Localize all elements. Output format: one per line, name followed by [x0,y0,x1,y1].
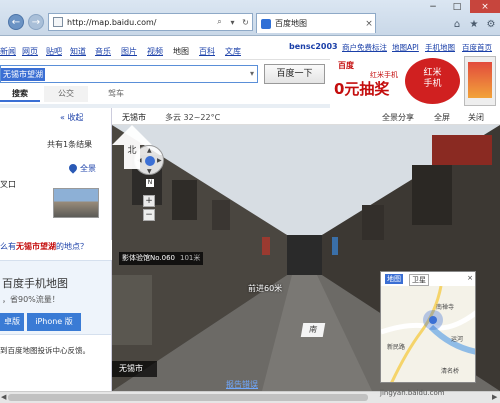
map-label: 运河 [451,336,464,343]
link-mobile-map[interactable]: 手机地图 [425,42,455,53]
back-button[interactable]: ← [8,14,24,30]
tab-bus[interactable]: 公交 [44,86,88,102]
tab-search[interactable]: 搜索 [0,86,40,102]
favorites-icon[interactable]: ★ [467,17,481,31]
chevron-left-icon[interactable]: ◀ [1,393,6,401]
promo-subtitle: ，省90%流量！ [2,295,60,304]
svg-text:北: 北 [127,145,136,156]
ad-banner[interactable]: 百度 红米手机 0元抽奖 红米 手机 [330,56,500,108]
link-map-api[interactable]: 地图API [392,42,419,53]
search-query[interactable]: 无锡市望湖 [1,68,45,81]
search-mode-tabs: 搜索 公交 驾车 [0,86,258,102]
mini-map-tabs: 地图 卫星 × [381,272,475,286]
move-north-arrow[interactable]: 北 [112,125,152,169]
nav-link-map[interactable]: 地图 [173,46,189,57]
maximize-button[interactable]: □ [446,0,468,13]
location-pin-icon [67,162,79,174]
page-icon [53,17,63,27]
android-download-button[interactable]: 卓版 [0,313,24,331]
watermark: jingyan.baidu.com [380,389,445,397]
nav-link-images[interactable]: 图片 [121,46,137,57]
ad-headline: 0元抽奖 [334,80,390,98]
nav-link-news[interactable]: 新闻 [0,46,16,57]
street-view-panorama[interactable]: ▲ ▼ ◀ ▶ N + − 影体验馆No.060101米 前进60米 南 北 无… [112,125,500,391]
panorama-link[interactable]: 全景 [80,163,96,174]
mobile-map-promo: 百度手机地图 ，省90%流量！ 卓版 iPhone 版 [0,260,111,335]
zoom-in-button[interactable]: + [143,195,155,207]
mini-map-roads [381,285,475,382]
scrollbar-thumb[interactable] [8,394,368,401]
weather-info: 多云 32~22°C [165,113,221,122]
user-name-link[interactable]: bensc2003 [289,42,338,51]
chevron-right-icon[interactable]: ▶ [157,157,162,164]
search-button[interactable]: 百度一下 [264,64,325,84]
close-window-button[interactable]: × [470,0,500,13]
nav-link-tieba[interactable]: 贴吧 [46,46,62,57]
link-baidu-home[interactable]: 百度首页 [462,42,492,53]
question-link[interactable]: 么有无锡市望湖的地点？ [0,241,88,252]
iphone-download-button[interactable]: iPhone 版 [27,313,81,331]
share-panorama-button[interactable]: 全景分享 [382,112,414,123]
search-icon[interactable]: ⌕ [213,17,226,27]
poi-label[interactable]: 影体验馆No.060 101米 [119,252,204,265]
chevron-down-icon[interactable]: ▼ [147,168,152,175]
chevron-down-icon[interactable]: ▾ [226,18,239,27]
fullscreen-button[interactable]: 全屏 [434,112,450,123]
forward-button[interactable]: → [28,14,44,30]
map-label: 清名桥 [441,368,460,375]
refresh-icon[interactable]: ↻ [239,18,252,27]
mini-map[interactable]: 地图 卫星 × 南禅寺 新民路 运河 清名桥 [380,271,476,383]
collapse-panel-link[interactable]: « 收起 [60,112,83,123]
chevron-down-icon[interactable]: ▾ [250,69,254,78]
feedback-text: 到百度地图投诉中心反馈。 [0,346,90,355]
nav-link-music[interactable]: 音乐 [95,46,111,57]
move-south-arrow[interactable]: 南 [300,323,326,337]
left-result-panel: « 收起 共有1条结果 全景 叉口 么有无锡市望湖的地点？ 百度手机地图 ，省9… [0,108,114,403]
forward-distance[interactable]: 前进60米 [248,283,282,294]
panorama-thumbnail[interactable] [53,188,99,218]
close-icon[interactable]: × [465,274,475,282]
browser-tab[interactable]: 百度地图 × [256,13,376,33]
mini-map-tab-map[interactable]: 地图 [385,274,403,284]
promo-title: 百度手机地图 [2,277,68,290]
result-address: 叉口 [0,180,16,189]
link-merchant[interactable]: 商户免费标注 [342,42,387,53]
result-count: 共有1条结果 [47,140,93,149]
minimize-button[interactable]: − [422,0,444,13]
nav-link-video[interactable]: 视频 [147,46,163,57]
nav-link-wenku[interactable]: 文库 [225,46,241,57]
nav-link-web[interactable]: 网页 [22,46,38,57]
north-indicator: N [146,179,154,187]
search-input[interactable]: 无锡市望湖 ▾ [0,65,258,83]
ad-logo: 百度 [338,61,354,70]
chevron-right-icon[interactable]: ▶ [492,393,497,401]
close-panorama-button[interactable]: 关闭 [468,112,484,123]
nav-link-baike[interactable]: 百科 [199,46,215,57]
map-label: 新民路 [387,344,406,351]
report-error-link[interactable]: 报告错误 [226,379,258,390]
pano-city-tag: 无锡市 [112,361,157,377]
browser-chrome: ← → http://map.baidu.com/ ⌕ ▾ ↻ 百度地图 × −… [0,0,500,36]
mini-map-tab-satellite[interactable]: 卫星 [409,274,429,286]
close-tab-icon[interactable]: × [363,19,375,29]
address-bar[interactable]: http://map.baidu.com/ ⌕ ▾ ↻ [48,13,253,31]
map-label: 南禅寺 [436,304,455,311]
ad-badge: 红米 手机 [405,58,460,104]
baidu-favicon-icon [261,18,271,29]
zoom-out-button[interactable]: − [143,209,155,221]
city-name: 无锡市 [122,113,146,122]
home-icon[interactable]: ⌂ [450,17,464,31]
panorama-toolbar: 无锡市 多云 32~22°C 全景分享 全屏 关闭 [112,108,500,125]
phone-image [464,56,496,106]
gear-icon[interactable]: ⚙ [484,17,498,31]
tab-drive[interactable]: 驾车 [90,86,142,102]
nav-link-zhidao[interactable]: 知道 [70,46,86,57]
url-text[interactable]: http://map.baidu.com/ [67,18,213,27]
tab-title: 百度地图 [275,19,307,28]
